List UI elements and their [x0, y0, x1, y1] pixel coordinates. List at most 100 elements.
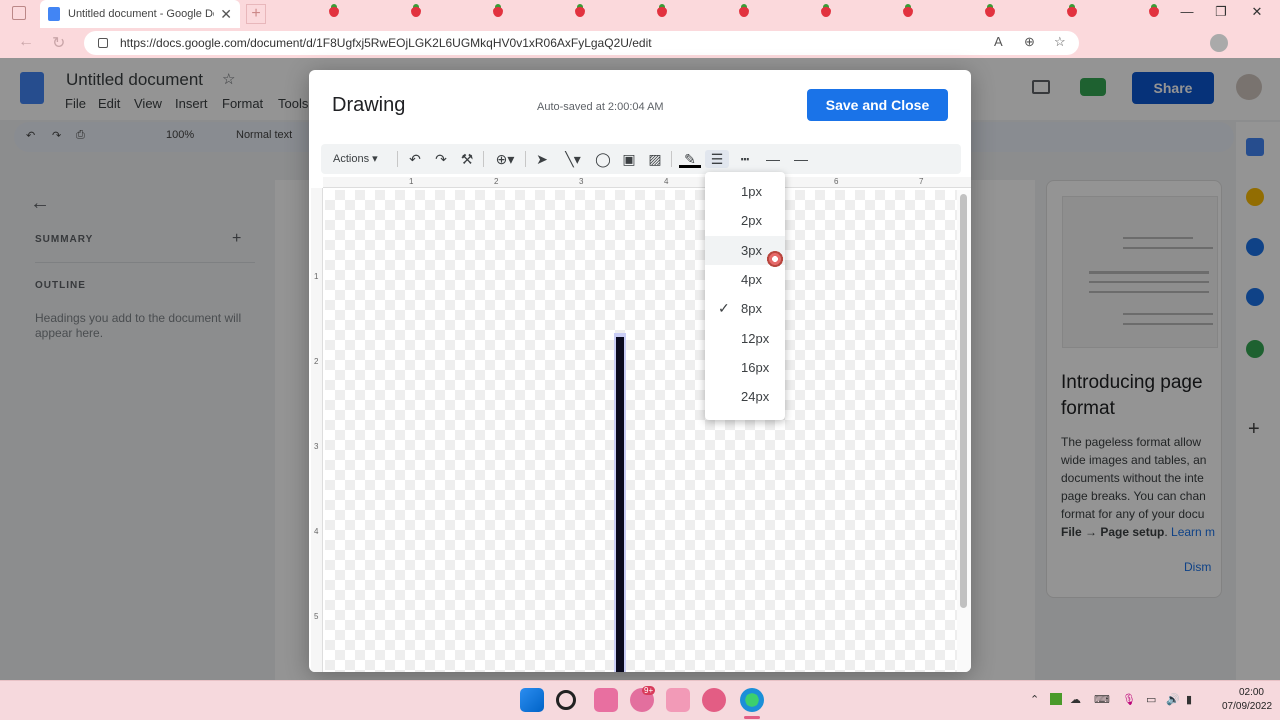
vertical-ruler: 1 2 3 4 5: [311, 188, 323, 672]
ruler-number: 4: [314, 527, 319, 536]
browser-sidebar-icon[interactable]: [12, 6, 26, 20]
zoom-icon[interactable]: ⊕: [1024, 34, 1035, 50]
line-tool-icon[interactable]: ╲▾: [557, 150, 589, 168]
tray-chevron-icon[interactable]: ⌃: [1030, 693, 1039, 706]
browser-tab[interactable]: Untitled document - Google Docs ✕: [40, 0, 240, 28]
line-color-icon[interactable]: ✎: [679, 150, 701, 168]
back-icon[interactable]: ←: [18, 33, 34, 51]
clock-date: 07/09/2022: [1222, 701, 1273, 712]
app-icon[interactable]: [594, 688, 618, 712]
scrollbar-thumb[interactable]: [960, 194, 967, 608]
ruler-number: 3: [314, 442, 319, 451]
google-docs-icon: [48, 7, 60, 21]
redo-icon[interactable]: ↷: [431, 150, 451, 168]
favorite-icon[interactable]: ☆: [1054, 34, 1066, 50]
horizontal-ruler: 1 2 3 4 5 6 7: [323, 177, 971, 188]
active-app-indicator: [744, 716, 760, 719]
toolbar-divider: [525, 151, 526, 167]
paint-format-icon[interactable]: ⚒: [457, 150, 477, 168]
selected-line-shape[interactable]: [614, 333, 626, 672]
theme-strawberry-icon: [738, 4, 750, 18]
theme-strawberry-icon: [984, 4, 996, 18]
lock-icon: [98, 38, 108, 48]
close-window-button[interactable]: ✕: [1242, 4, 1272, 24]
tab-close-icon[interactable]: ✕: [220, 6, 232, 23]
check-icon: ✓: [718, 300, 730, 317]
theme-strawberry-icon: [492, 4, 504, 18]
ruler-number: 7: [919, 177, 924, 186]
search-icon[interactable]: [556, 690, 576, 710]
line-start-icon[interactable]: —: [761, 150, 785, 168]
theme-strawberry-icon: [820, 4, 832, 18]
weight-option-1px[interactable]: ✓1px: [705, 177, 785, 206]
line-stroke: [616, 337, 624, 672]
microphone-icon[interactable]: 🎙: [1122, 693, 1136, 706]
read-aloud-icon[interactable]: A: [994, 34, 1003, 49]
save-and-close-label: Save and Close: [825, 97, 930, 113]
ruler-number: 1: [314, 272, 319, 281]
weight-option-label: 2px: [741, 213, 762, 229]
ruler-number: 1: [409, 177, 414, 186]
drawing-toolbar: Actions ▾ ↶ ↷ ⚒ ⊕▾ ➤ ╲▾ ◯ ▣ ▨ ✎ ☰ ┅ — —: [321, 144, 961, 174]
refresh-icon[interactable]: ↻: [52, 33, 65, 53]
line-end-icon[interactable]: —: [789, 150, 813, 168]
image-icon[interactable]: ▨: [645, 150, 665, 168]
clock[interactable]: 02:00 07/09/2022: [1222, 686, 1273, 714]
line-weight-icon[interactable]: ☰: [705, 150, 729, 168]
weight-option-label: 24px: [741, 389, 770, 405]
drawing-dialog: Drawing Auto-saved at 2:00:04 AM Save an…: [309, 70, 971, 672]
select-cursor-icon[interactable]: ➤: [533, 150, 551, 168]
start-menu-icon[interactable]: [520, 688, 544, 712]
theme-strawberry-icon: [328, 4, 340, 18]
display-icon[interactable]: ▭: [1146, 693, 1156, 706]
weight-option-label: 3px: [741, 242, 762, 258]
text-box-icon[interactable]: ▣: [619, 150, 639, 168]
minimize-button[interactable]: —: [1172, 4, 1202, 24]
line-dash-icon[interactable]: ┅: [733, 150, 757, 168]
save-and-close-button[interactable]: Save and Close: [807, 89, 948, 121]
url-text[interactable]: https://docs.google.com/document/d/1F8Ug…: [120, 36, 652, 50]
weight-option-label: 12px: [741, 330, 770, 346]
nvidia-icon[interactable]: [1050, 693, 1062, 705]
undo-icon[interactable]: ↶: [405, 150, 425, 168]
weight-option-16px[interactable]: ✓16px: [705, 353, 785, 382]
weight-option-label: 1px: [741, 184, 762, 200]
maximize-button[interactable]: ❐: [1206, 4, 1236, 24]
canvas-scrollbar[interactable]: [957, 190, 971, 672]
volume-icon[interactable]: 🔊: [1166, 693, 1180, 706]
weight-option-label: 4px: [741, 272, 762, 288]
shape-icon[interactable]: ◯: [593, 150, 613, 168]
clock-time: 02:00: [1238, 687, 1264, 698]
keyboard-icon[interactable]: ⌨: [1094, 693, 1110, 706]
weight-option-4px[interactable]: ✓4px: [705, 265, 785, 294]
drawing-canvas[interactable]: [325, 190, 957, 672]
profile-icon[interactable]: [1210, 34, 1228, 52]
weight-option-8px[interactable]: ✓ 8px: [705, 294, 785, 323]
app-icon[interactable]: [702, 688, 726, 712]
weight-option-24px[interactable]: ✓24px: [705, 382, 785, 411]
weight-option-2px[interactable]: ✓2px: [705, 206, 785, 235]
weight-option-label: 16px: [741, 359, 770, 375]
weight-option-12px[interactable]: ✓12px: [705, 323, 785, 352]
autosave-status: Auto-saved at 2:00:04 AM: [537, 101, 664, 113]
weight-option-label: 8px: [741, 301, 762, 317]
line-weight-menu: ✓1px ✓2px ✓ 3px ✓4px ✓ 8px ✓12px ✓16px ✓24…: [705, 172, 785, 420]
notification-badge: 9+: [642, 686, 656, 695]
toolbar-divider: [397, 151, 398, 167]
onedrive-icon[interactable]: ☁: [1070, 693, 1081, 706]
theme-strawberry-icon: [902, 4, 914, 18]
illustrator-icon[interactable]: [666, 688, 690, 712]
theme-strawberry-icon: [1148, 4, 1160, 18]
ruler-number: 2: [494, 177, 499, 186]
ruler-number: 3: [579, 177, 584, 186]
ruler-number: 6: [834, 177, 839, 186]
zoom-icon[interactable]: ⊕▾: [489, 150, 521, 168]
tab-title: Untitled document - Google Docs: [68, 8, 215, 20]
edge-browser-icon[interactable]: [740, 688, 764, 712]
theme-strawberry-icon: [410, 4, 422, 18]
new-tab-button[interactable]: +: [246, 4, 266, 24]
actions-menu[interactable]: Actions ▾: [333, 150, 378, 168]
mouse-cursor-icon: [766, 251, 784, 267]
battery-icon[interactable]: ▮: [1186, 693, 1192, 706]
url-bar[interactable]: https://docs.google.com/document/d/1F8Ug…: [84, 31, 1079, 55]
